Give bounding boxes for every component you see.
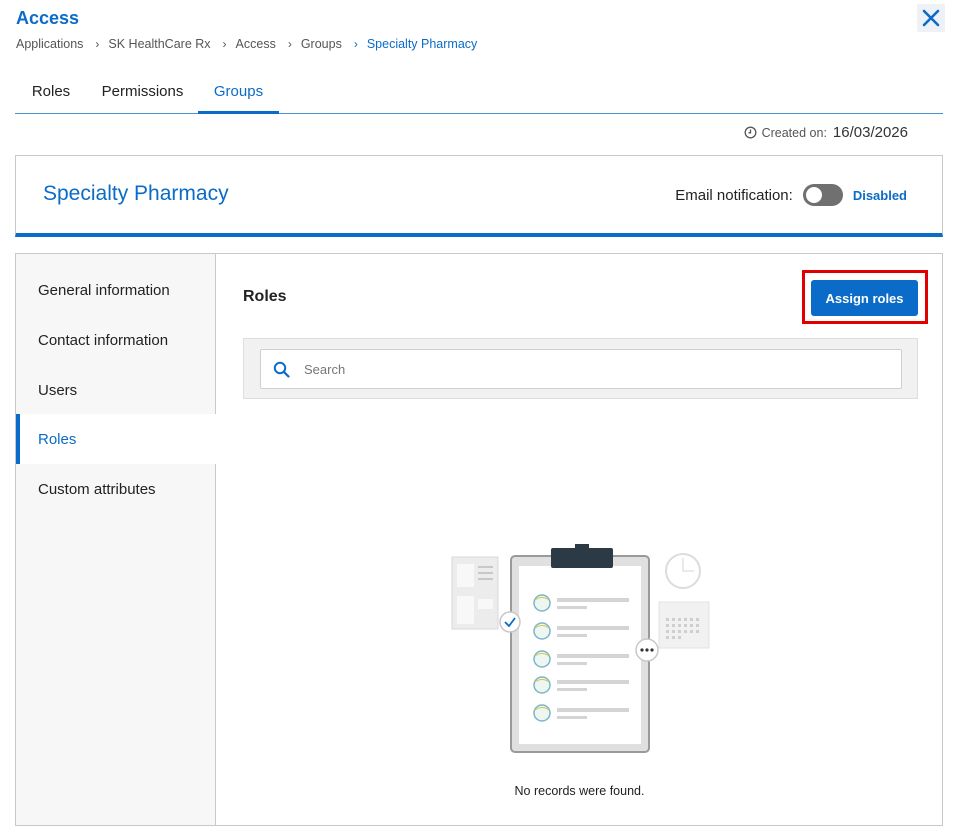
chevron-right-icon: › (95, 37, 100, 51)
tab-bar: Roles Permissions Groups (15, 70, 943, 114)
created-on: Created on: 16/03/2026 (744, 124, 908, 141)
email-notification: Email notification: Disabled (675, 184, 907, 206)
close-icon (922, 9, 940, 27)
search-icon (273, 361, 290, 378)
chevron-right-icon: › (353, 37, 358, 51)
sidebar-item-custom-attributes[interactable]: Custom attributes (16, 464, 216, 514)
tab-groups[interactable]: Groups (198, 70, 279, 114)
breadcrumb-item-current: Specialty Pharmacy (366, 37, 478, 51)
section-title: Roles (243, 288, 287, 305)
email-notification-toggle[interactable] (802, 184, 843, 206)
created-on-date: 16/03/2026 (832, 124, 908, 141)
tab-permissions[interactable]: Permissions (91, 70, 194, 113)
toggle-knob (805, 187, 822, 203)
sidebar: General information Contact information … (16, 254, 217, 825)
breadcrumb: Applications › SK HealthCare Rx › Access… (16, 37, 477, 51)
close-button[interactable] (917, 4, 945, 32)
sidebar-item-roles[interactable]: Roles (16, 414, 217, 464)
assign-roles-button[interactable]: Assign roles (811, 280, 918, 316)
breadcrumb-item-groups[interactable]: Groups (301, 37, 342, 51)
sidebar-item-contact-information[interactable]: Contact information (16, 315, 216, 365)
empty-clipboard-illustration (451, 544, 710, 753)
sidebar-item-users[interactable]: Users (16, 365, 216, 415)
chevron-right-icon: › (222, 37, 227, 51)
breadcrumb-item-application[interactable]: SK HealthCare Rx (108, 37, 210, 51)
empty-state-message: No records were found. (514, 784, 645, 798)
chevron-right-icon: › (287, 37, 292, 51)
group-name: Specialty Pharmacy (43, 182, 229, 205)
roles-section: Roles Assign roles Search No records wer… (217, 254, 942, 825)
group-header-card: Specialty Pharmacy Email notification: D… (15, 155, 943, 237)
content-panel: General information Contact information … (15, 253, 943, 826)
clock-icon (744, 126, 757, 139)
email-notification-label: Email notification: (675, 186, 793, 204)
breadcrumb-item-applications[interactable]: Applications (16, 37, 83, 51)
page-title: Access (16, 8, 80, 28)
tab-roles[interactable]: Roles (15, 70, 87, 113)
search-input[interactable] (304, 361, 884, 377)
breadcrumb-item-access[interactable]: Access (236, 37, 276, 51)
search-box (260, 349, 902, 389)
sidebar-item-general-information[interactable]: General information (16, 265, 216, 315)
search-bar (243, 338, 918, 399)
email-notification-status: Disabled (852, 187, 907, 203)
created-on-label: Created on: (761, 125, 827, 140)
